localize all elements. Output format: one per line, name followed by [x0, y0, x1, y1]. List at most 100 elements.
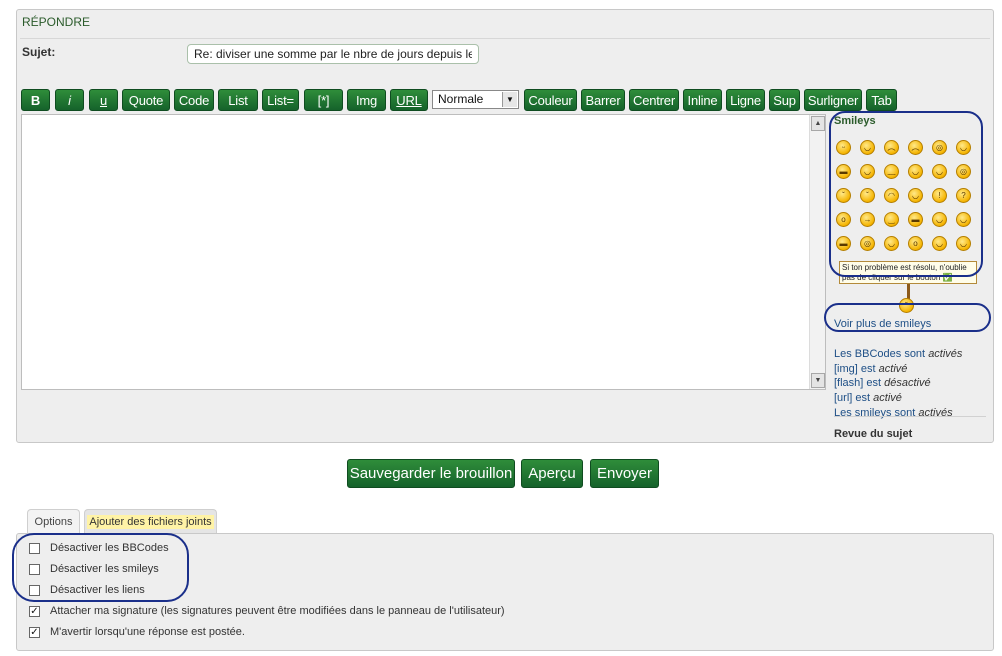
checkbox[interactable]: ✓	[29, 605, 40, 617]
smiley-icon[interactable]: ◎	[956, 164, 971, 179]
smiley-icon[interactable]: ▬	[836, 164, 851, 179]
smiley-icon[interactable]: ︵	[908, 140, 923, 155]
panel-divider	[20, 38, 990, 39]
option-label: Attacher ma signature (les signatures pe…	[50, 605, 505, 617]
tab-options[interactable]: Options	[27, 509, 80, 533]
more-smileys-link[interactable]: Voir plus de smileys	[834, 318, 931, 330]
smiley-icon[interactable]: ︵	[884, 140, 899, 155]
code-button[interactable]: Code	[174, 89, 214, 111]
smiley-icon[interactable]: ◡	[860, 164, 875, 179]
checkbox[interactable]	[29, 563, 40, 575]
option-row[interactable]: Désactiver les BBCodes	[29, 541, 169, 555]
subject-label: Sujet:	[22, 45, 56, 59]
scroll-up-icon[interactable]: ▲	[811, 116, 825, 131]
chevron-down-icon: ▼	[502, 92, 517, 107]
url-button[interactable]: URL	[390, 89, 428, 111]
smiley-icon[interactable]: ◎	[860, 236, 875, 251]
scroll-down-icon[interactable]: ▼	[811, 373, 825, 388]
list-button[interactable]: List	[218, 89, 258, 111]
img-status-value: activé	[878, 362, 908, 375]
underline-button[interactable]: u	[89, 89, 118, 111]
smiley-icon[interactable]: ◡	[956, 236, 971, 251]
center-button[interactable]: Centrer	[629, 89, 679, 111]
inline-button[interactable]: Inline	[683, 89, 722, 111]
strike-button[interactable]: Barrer	[581, 89, 625, 111]
smiley-holding-sign-icon: ˘	[899, 298, 914, 313]
smiley-icon[interactable]: ◡	[956, 140, 971, 155]
smiley-icon[interactable]: ◡	[908, 164, 923, 179]
bbcode-status: Les BBCodes sont activés [img] est activ…	[834, 347, 962, 421]
bbcodes-status-line: Les BBCodes sont activés	[834, 347, 962, 362]
editor-scrollbar[interactable]: ▲ ▼	[809, 115, 825, 389]
smiley-icon[interactable]: ◡	[932, 212, 947, 227]
smiley-icon[interactable]: ◡	[884, 236, 899, 251]
smiley-icon[interactable]: ᵕ	[836, 140, 851, 155]
preview-button[interactable]: Aperçu	[521, 459, 583, 488]
smiley-icon[interactable]: ◎	[932, 140, 947, 155]
smiley-icon[interactable]: ◡	[932, 236, 947, 251]
topic-review-link[interactable]: Revue du sujet	[834, 428, 912, 440]
sup-button[interactable]: Sup	[769, 89, 800, 111]
bbcodes-status-label: Les BBCodes sont	[834, 348, 926, 360]
smiley-icon[interactable]: ?	[956, 188, 971, 203]
reply-panel: RÉPONDRE Sujet: B i u Quote Code List Li…	[16, 9, 994, 443]
smileys-status-value: activés	[918, 406, 953, 419]
hint-sign: Si ton problème est résolu, n'oublie pas…	[839, 261, 977, 284]
quote-button[interactable]: Quote	[122, 89, 170, 111]
send-button[interactable]: Envoyer	[590, 459, 659, 488]
smiley-icon[interactable]: !	[932, 188, 947, 203]
img-status-label: [img] est	[834, 362, 876, 375]
subject-input[interactable]	[187, 44, 479, 64]
font-size-select[interactable]: Normale ▼	[432, 90, 519, 109]
flash-status-value: désactivé	[884, 377, 931, 390]
smileys-title: Smileys	[834, 115, 876, 127]
smiley-icon[interactable]: →	[860, 212, 875, 227]
smiley-icon[interactable]: ˇ	[836, 188, 851, 203]
smiley-icon[interactable]: o	[908, 236, 923, 251]
option-row[interactable]: Désactiver les liens	[29, 583, 145, 597]
checkbox[interactable]	[29, 584, 40, 596]
img-button[interactable]: Img	[347, 89, 386, 111]
smiley-icon[interactable]: ◡	[932, 164, 947, 179]
option-label: Désactiver les BBCodes	[50, 542, 169, 554]
italic-button[interactable]: i	[55, 89, 84, 111]
option-row[interactable]: Désactiver les smileys	[29, 562, 159, 576]
panel-title: RÉPONDRE	[22, 15, 91, 29]
checkbox[interactable]	[29, 542, 40, 554]
smiley-icon[interactable]: ﹏	[884, 164, 899, 179]
option-label: Désactiver les smileys	[50, 563, 159, 575]
smiley-icon[interactable]: ▬	[908, 212, 923, 227]
smiley-icon[interactable]: ◡	[908, 188, 923, 203]
flash-status-label: [flash] est	[834, 377, 882, 390]
list-item-button[interactable]: [*]	[304, 89, 343, 111]
sidebar-divider	[834, 416, 986, 417]
smiley-icon[interactable]: ▬	[836, 236, 851, 251]
option-label: Désactiver les liens	[50, 584, 145, 596]
save-draft-button[interactable]: Sauvegarder le brouillon	[347, 459, 515, 488]
smiley-icon[interactable]: ◡	[860, 140, 875, 155]
tab-button[interactable]: Tab	[866, 89, 897, 111]
smiley-icon[interactable]: ◡	[956, 212, 971, 227]
smiley-icon[interactable]: o	[836, 212, 851, 227]
smiley-icon[interactable]: ◠	[884, 188, 899, 203]
list-ordered-button[interactable]: List=	[262, 89, 299, 111]
smileys-status-label: Les smileys sont	[834, 406, 916, 419]
font-size-value: Normale	[438, 92, 484, 106]
bold-button[interactable]: B	[21, 89, 50, 111]
url-status-label: [url] est	[834, 392, 871, 405]
smiley-icon[interactable]: ˇ	[860, 188, 875, 203]
option-label: M'avertir lorsqu'une réponse est postée.	[50, 626, 245, 638]
color-button[interactable]: Couleur	[524, 89, 577, 111]
option-row[interactable]: ✓ M'avertir lorsqu'une réponse est posté…	[29, 625, 245, 639]
options-panel: Désactiver les BBCodes Désactiver les sm…	[16, 533, 994, 651]
smiley-icon[interactable]: ‿	[884, 212, 899, 227]
tab-attachments[interactable]: Ajouter des fichiers joints	[84, 509, 217, 533]
highlight-button[interactable]: Surligner	[804, 89, 862, 111]
option-row[interactable]: ✓ Attacher ma signature (les signatures …	[29, 604, 505, 618]
checkbox[interactable]: ✓	[29, 626, 40, 638]
url-status-line: [url] est activé	[834, 391, 962, 406]
line-button[interactable]: Ligne	[726, 89, 765, 111]
message-textarea[interactable]: ▲ ▼	[21, 114, 826, 390]
bbcodes-status-value: activés	[928, 348, 963, 360]
smileys-status-line: Les smileys sont activés	[834, 406, 962, 421]
